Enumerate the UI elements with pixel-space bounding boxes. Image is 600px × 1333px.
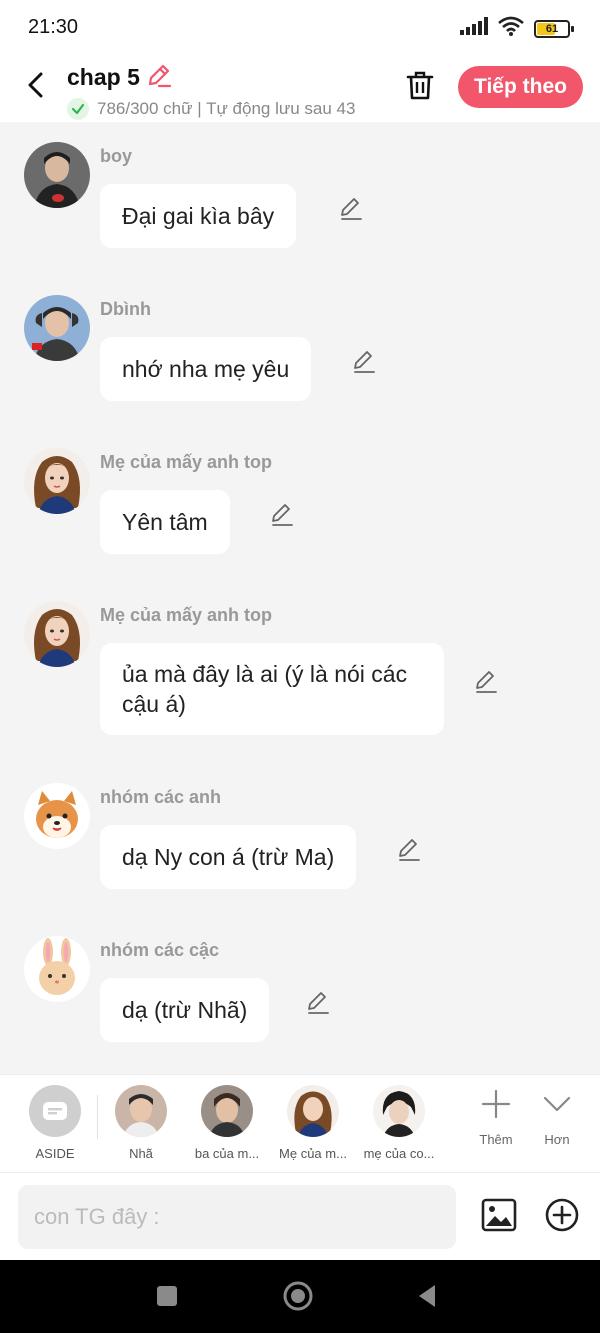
dad-avatar (201, 1085, 253, 1137)
woman-avatar[interactable] (24, 448, 90, 514)
message-bubble[interactable]: ủa mà đây là ai (ý là nói các cậu á) (100, 643, 444, 735)
message-text: Yên tâm (122, 509, 208, 535)
edit-message-icon[interactable] (349, 347, 379, 377)
wifi-icon (498, 16, 524, 41)
image-icon (481, 1198, 517, 1232)
character-dad[interactable]: ba của m... (185, 1085, 269, 1161)
bunny-avatar[interactable] (24, 936, 90, 1002)
home-button[interactable] (280, 1278, 316, 1314)
message-bubble[interactable]: dạ Ny con á (trừ Ma) (100, 825, 357, 889)
boy-avatar[interactable] (24, 142, 90, 208)
message-text: dạ Ny con á (trừ Ma) (122, 844, 335, 870)
message-text: Đại gai kìa bây (122, 203, 275, 229)
add-character-button[interactable]: Thêm (466, 1089, 526, 1147)
delete-button[interactable] (402, 68, 438, 104)
plus-icon (481, 1089, 511, 1119)
status-icons: 61 (460, 16, 574, 41)
message-author: boy (100, 146, 133, 166)
woman-avatar[interactable] (24, 601, 90, 667)
system-nav-bar (0, 1260, 600, 1333)
insert-image-button[interactable] (481, 1197, 517, 1233)
character-label: Mẹ của m... (279, 1146, 347, 1161)
page-title: chap 5 (67, 64, 140, 90)
message-text: ủa mà đây là ai (ý là nói các cậu á) (122, 661, 408, 717)
next-button[interactable]: Tiếp theo (458, 66, 583, 108)
shiba-avatar[interactable] (24, 783, 90, 849)
edit-message-icon[interactable] (303, 988, 333, 1018)
message-author: Dbình (100, 299, 151, 319)
word-count-status: 786/300 chữ | Tự động lưu sau 43 (97, 99, 356, 118)
message-bubble[interactable]: nhớ nha mẹ yêu (100, 337, 312, 401)
message-icon (43, 1102, 67, 1120)
aside-avatar (29, 1085, 81, 1137)
message-author: nhóm các anh (100, 787, 222, 807)
character-label: ASIDE (35, 1146, 75, 1161)
home-circle-icon (283, 1281, 313, 1311)
edit-message-icon[interactable] (471, 667, 501, 697)
dbinh-avatar[interactable] (24, 295, 90, 361)
square-icon (157, 1286, 177, 1306)
character-nha[interactable]: Nhã (99, 1085, 183, 1161)
chevron-left-icon (28, 72, 43, 98)
status-time: 21:30 (28, 16, 79, 38)
edit-message-icon[interactable] (394, 835, 424, 865)
recent-apps-button[interactable] (149, 1278, 185, 1314)
message-author: Mẹ của mấy anh top (100, 452, 273, 472)
trash-icon (406, 71, 434, 100)
character-other-mom[interactable]: mẹ của co... (357, 1085, 441, 1161)
message-bubble[interactable]: Yên tâm (100, 490, 230, 554)
divider (97, 1095, 98, 1139)
character-label: ba của m... (194, 1146, 260, 1161)
message-author: nhóm các cậc (100, 940, 220, 960)
title-block: chap 5 786/300 chữ | Tự động lưu sau 43 (67, 62, 355, 120)
add-content-button[interactable] (544, 1197, 580, 1233)
saved-check-icon (67, 98, 89, 120)
message-text: nhớ nha mẹ yêu (122, 356, 290, 382)
battery-icon: 61 (534, 19, 574, 38)
expand-characters-button[interactable]: Hơn (527, 1089, 587, 1147)
message-input[interactable] (18, 1185, 456, 1249)
other-mom-avatar (373, 1085, 425, 1137)
message-author: Mẹ của mấy anh top (100, 605, 273, 625)
plus-circle-icon (545, 1198, 579, 1232)
message-bubble[interactable]: dạ (trừ Nhã) (100, 978, 270, 1042)
triangle-back-icon (419, 1285, 435, 1307)
character-mom[interactable]: Mẹ của m... (271, 1085, 355, 1161)
back-button[interactable] (18, 68, 52, 102)
chat-area[interactable]: boy Đại gai kìa bây Dbình nhớ nha mẹ yêu (0, 122, 600, 1074)
expand-characters-label: Hơn (544, 1132, 570, 1147)
composer (0, 1172, 600, 1260)
message-text: dạ (trừ Nhã) (122, 997, 248, 1023)
edit-message-icon[interactable] (267, 500, 297, 530)
character-label: Nhã (129, 1146, 153, 1161)
edit-title-icon[interactable] (146, 62, 172, 93)
edit-message-icon[interactable] (336, 194, 366, 224)
chevron-down-icon (543, 1096, 571, 1112)
status-bar: 21:30 61 (0, 0, 600, 56)
message-bubble[interactable]: Đại gai kìa bây (100, 184, 297, 248)
character-label: mẹ của co... (363, 1146, 435, 1161)
battery-level: 61 (545, 22, 559, 35)
header: chap 5 786/300 chữ | Tự động lưu sau 43 (0, 56, 600, 122)
signal-icon (460, 17, 488, 40)
add-character-label: Thêm (479, 1132, 513, 1147)
character-picker: ASIDE Nhã ba của m... Mẹ của m... mẹ của… (0, 1074, 600, 1172)
mom-avatar (287, 1085, 339, 1137)
system-back-button[interactable] (409, 1278, 445, 1314)
character-aside[interactable]: ASIDE (13, 1085, 97, 1161)
nha-avatar (115, 1085, 167, 1137)
